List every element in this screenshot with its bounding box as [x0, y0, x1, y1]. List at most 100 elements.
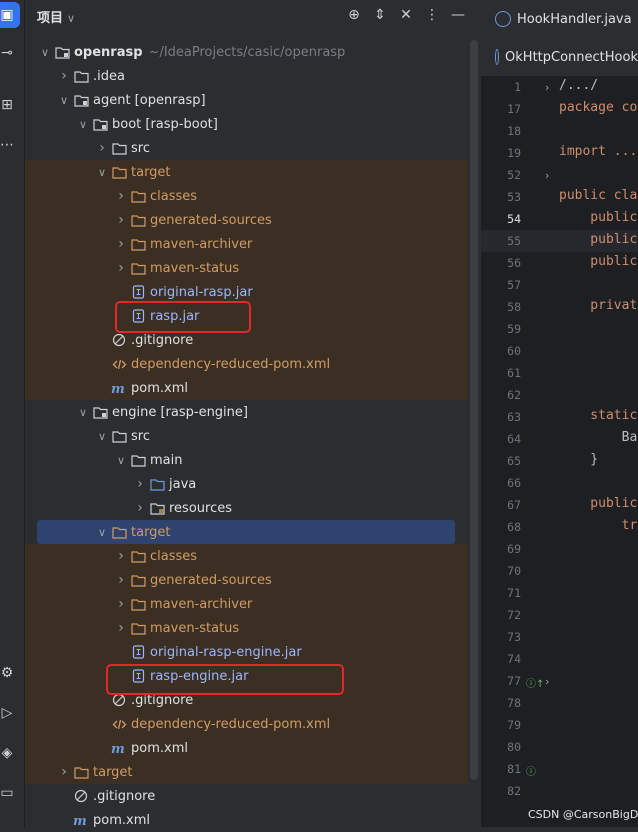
chevron-right-icon[interactable]: › [56, 68, 72, 84]
chevron-right-icon[interactable]: › [113, 188, 129, 204]
resources-folder-icon [148, 500, 166, 516]
chevron-down-icon[interactable]: ∨ [56, 94, 72, 107]
editor-tab-okhttp[interactable]: OkHttpConnectHook [481, 38, 638, 77]
fold-arrow-icon[interactable]: › [545, 169, 549, 182]
line-number: 71 [507, 586, 521, 600]
more-tools-icon[interactable]: ⋯ [0, 132, 20, 158]
fold-arrow-icon[interactable]: › [545, 675, 549, 688]
line-number: 78 [507, 696, 521, 710]
tree-row[interactable]: m pom.xml [25, 808, 468, 832]
project-scrollbar[interactable] [470, 40, 478, 780]
tree-row[interactable]: m pom.xml [25, 376, 468, 400]
implemented-method-icon[interactable]: ⓘ↑ [526, 675, 544, 690]
line-number: 19 [507, 146, 521, 160]
code-line: public [559, 254, 638, 269]
tab-label: HookHandler.java [517, 11, 632, 27]
tree-row[interactable]: ∨ main [25, 448, 468, 472]
chevron-right-icon[interactable]: › [94, 140, 110, 156]
tree-label: boot [rasp-boot] [112, 116, 218, 132]
chevron-right-icon[interactable]: › [113, 620, 129, 636]
commit-tool-icon[interactable]: ⊸ [0, 40, 20, 66]
tree-row[interactable]: › src [25, 136, 468, 160]
chevron-right-icon[interactable]: › [113, 260, 129, 276]
code-line: tr [559, 518, 638, 533]
tree-label: classes [150, 188, 198, 204]
chevron-right-icon[interactable]: › [113, 236, 129, 252]
tree-row[interactable]: ∨ target [25, 160, 468, 184]
collapse-all-icon[interactable]: ✕ [397, 6, 415, 24]
chevron-down-icon[interactable]: ∨ [75, 118, 91, 131]
tree-row[interactable]: dependency-reduced-pom.xml [25, 712, 468, 736]
code-line: Ba [559, 430, 638, 445]
tree-row[interactable]: m pom.xml [25, 736, 468, 760]
tree-label: maven-archiver [150, 236, 253, 252]
hide-panel-icon[interactable]: — [449, 6, 467, 24]
chevron-right-icon[interactable]: › [132, 500, 148, 516]
tree-row[interactable]: › maven-status [25, 256, 468, 280]
chevron-down-icon[interactable]: ∨ [94, 166, 110, 179]
tree-label: src [131, 140, 150, 156]
debug-tool-icon[interactable]: ◈ [0, 740, 20, 766]
project-view-selector[interactable]: 项目 ∨ [37, 7, 75, 26]
tree-row[interactable]: › resources [25, 496, 468, 520]
tree-label: maven-status [150, 260, 240, 276]
fold-arrow-icon[interactable]: › [545, 81, 549, 94]
tree-row[interactable]: › classes [25, 184, 468, 208]
tree-row[interactable]: › classes [25, 544, 468, 568]
chevron-right-icon[interactable]: › [56, 764, 72, 780]
structure-tool-icon[interactable]: ⊞ [0, 92, 20, 118]
chevron-down-icon[interactable]: ∨ [75, 406, 91, 419]
code-line: static [559, 408, 638, 423]
folder-orange-icon [110, 164, 128, 180]
implemented-method-icon[interactable]: ⓘ [526, 763, 536, 778]
tree-row[interactable]: ∨ engine [rasp-engine] [25, 400, 468, 424]
chevron-right-icon[interactable]: › [113, 596, 129, 612]
expand-collapse-icon[interactable]: ⇕ [371, 6, 389, 24]
tree-label: java [169, 476, 197, 492]
module-folder-icon [91, 404, 109, 420]
line-number: 69 [507, 542, 521, 556]
options-menu-icon[interactable]: ⋮ [423, 6, 441, 24]
chevron-right-icon[interactable]: › [113, 548, 129, 564]
line-number: 73 [507, 630, 521, 644]
tree-row[interactable]: dependency-reduced-pom.xml [25, 352, 468, 376]
chevron-down-icon[interactable]: ∨ [94, 526, 110, 539]
chevron-right-icon[interactable]: › [113, 212, 129, 228]
maven-icon: m [72, 812, 90, 828]
chevron-down-icon[interactable]: ∨ [113, 454, 129, 467]
run-tool-icon[interactable]: ▷ [0, 700, 20, 726]
services-tool-icon[interactable]: ⚙ [0, 660, 20, 686]
chevron-right-icon[interactable]: › [113, 572, 129, 588]
svg-text:m: m [111, 742, 125, 755]
tree-row[interactable]: › maven-archiver [25, 232, 468, 256]
tree-row[interactable]: ∨ target [37, 520, 455, 544]
tree-row[interactable]: › target [25, 760, 468, 784]
tree-row[interactable]: ∨ boot [rasp-boot] [25, 112, 468, 136]
tree-row[interactable]: › java [25, 472, 468, 496]
tree-row[interactable]: › .idea [25, 64, 468, 88]
chevron-right-icon[interactable]: › [132, 476, 148, 492]
tree-label: .gitignore [131, 332, 194, 348]
project-tool-icon[interactable]: ▣ [0, 2, 20, 28]
tree-label: maven-archiver [150, 596, 253, 612]
tree-row[interactable]: ∨ agent [openrasp] [25, 88, 468, 112]
chevron-down-icon[interactable]: ∨ [94, 430, 110, 443]
locate-icon[interactable]: ⊕ [345, 6, 363, 24]
chevron-down-icon[interactable]: ∨ [37, 46, 53, 59]
tree-row[interactable]: › generated-sources [25, 568, 468, 592]
line-number: 55 [507, 234, 521, 248]
tree-row[interactable]: › generated-sources [25, 208, 468, 232]
tree-label: .idea [93, 68, 125, 84]
folder-icon [110, 140, 128, 156]
tree-label: pom.xml [131, 740, 188, 756]
xml-icon [110, 356, 128, 372]
class-icon [495, 49, 500, 65]
tree-row[interactable]: original-rasp-engine.jar [25, 640, 468, 664]
editor-tab-hookhandler[interactable]: HookHandler.java [481, 0, 638, 39]
tree-row[interactable]: › maven-status [25, 616, 468, 640]
tree-row[interactable]: › maven-archiver [25, 592, 468, 616]
tree-row[interactable]: ∨ openrasp ~/IdeaProjects/casic/openrasp [25, 40, 468, 64]
tree-row[interactable]: ∨ src [25, 424, 468, 448]
tree-row[interactable]: .gitignore [25, 784, 468, 808]
terminal-tool-icon[interactable]: ▭ [0, 780, 20, 806]
